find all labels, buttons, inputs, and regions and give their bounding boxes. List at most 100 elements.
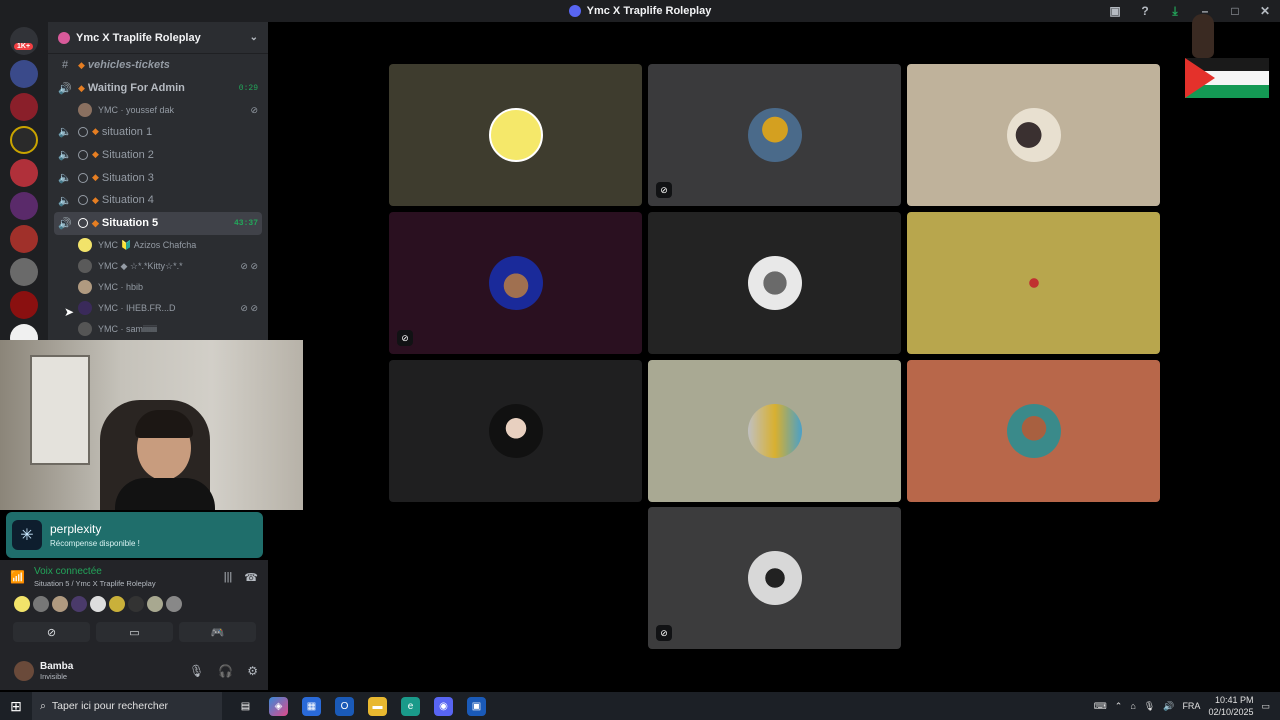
volume-icon[interactable]: 🔊	[1163, 701, 1174, 712]
avatar	[747, 256, 802, 310]
server-icon[interactable]	[10, 258, 38, 286]
video-tile[interactable]	[389, 64, 642, 206]
server-icon[interactable]	[10, 324, 38, 340]
discord-taskbar-icon[interactable]: ◉	[434, 696, 453, 716]
close-button[interactable]: ✕	[1250, 4, 1280, 18]
voice-user[interactable]: YMC · IHEB.FR...D ⊘ ⊘	[48, 298, 268, 319]
language-indicator[interactable]: FRA	[1182, 701, 1200, 711]
clock[interactable]: 10:41 PM 02/10/2025	[1208, 694, 1253, 718]
channel-situation-5[interactable]: 🔊 ◆ Situation 5 43:37	[54, 211, 262, 235]
notification-icon[interactable]: ▭	[1261, 701, 1270, 712]
home-button[interactable]: 1K+	[10, 27, 38, 55]
no-entry-icon	[78, 195, 88, 206]
voice-status[interactable]: Voix connectée	[34, 566, 156, 577]
server-header[interactable]: Ymc X Traplife Roleplay ⌄	[48, 22, 268, 54]
chevron-up-icon[interactable]: ⌃	[1115, 701, 1123, 712]
video-tile[interactable]: ⊘	[648, 507, 901, 649]
channel-situation-4[interactable]: 🔈 ◆ Situation 4	[48, 189, 268, 212]
video-tile[interactable]	[648, 212, 901, 354]
avatar[interactable]	[33, 596, 49, 612]
speaker-icon: 🔊	[58, 82, 72, 95]
task-view-icon[interactable]: ▤	[236, 697, 255, 716]
channel-situation-3[interactable]: 🔈 ◆ Situation 3	[48, 166, 268, 189]
screen-share-button[interactable]: ▭	[96, 622, 173, 642]
video-tile[interactable]	[907, 360, 1160, 502]
palestine-flag-icon	[1185, 58, 1269, 98]
network-icon[interactable]: ⌂	[1130, 701, 1135, 711]
avatar[interactable]	[128, 596, 144, 612]
store-icon[interactable]: ▦	[302, 696, 321, 716]
copilot-icon[interactable]: ◈	[269, 696, 288, 716]
discord-icon	[568, 5, 581, 17]
avatar[interactable]	[14, 661, 34, 681]
help-icon[interactable]: ?	[1130, 4, 1160, 18]
avatar	[747, 108, 802, 162]
avatar[interactable]	[90, 596, 106, 612]
perplexity-logo: ✳	[12, 520, 42, 550]
server-icon[interactable]	[10, 126, 38, 154]
video-tile[interactable]: ⊘	[648, 64, 901, 206]
disconnect-icon[interactable]: ☎	[244, 571, 258, 584]
microphone-icon[interactable]: 🎙	[189, 664, 204, 678]
server-icon[interactable]	[10, 192, 38, 220]
camera-off-icon: ⊘	[656, 182, 672, 198]
voice-channel-link[interactable]: Situation 5 / Ymc X Traplife Roleplay	[34, 579, 156, 588]
windows-start-icon[interactable]: ⊞	[0, 698, 32, 715]
avatar[interactable]	[14, 596, 30, 612]
keyboard-icon[interactable]: ⌨	[1094, 701, 1107, 712]
video-tile[interactable]	[389, 360, 642, 502]
avatar[interactable]	[166, 596, 182, 612]
voice-user[interactable]: YMC · samiiiiiii	[48, 319, 268, 340]
avatar	[78, 259, 92, 274]
voice-user[interactable]: YMC · hbib	[48, 277, 268, 298]
noise-suppression-icon[interactable]: |||	[224, 571, 233, 584]
camera-off-icon: ⊘	[397, 330, 413, 346]
voice-user[interactable]: YMC ◆ ☆*.*Kitty☆*.* ⊘ ⊘	[48, 256, 268, 277]
channel-situation-2[interactable]: 🔈 ◆ Situation 2	[48, 143, 268, 166]
server-icon[interactable]	[10, 291, 38, 319]
avatar[interactable]	[52, 596, 68, 612]
muted-icons: ⊘ ⊘	[240, 302, 258, 313]
video-tile[interactable]: ⊘	[389, 212, 642, 354]
file-explorer-icon[interactable]: ▬	[368, 696, 387, 716]
channel-vehicles-tickets[interactable]: # ◆ vehicles-tickets	[48, 54, 268, 77]
maximize-button[interactable]: □	[1220, 4, 1250, 18]
avatar[interactable]	[109, 596, 125, 612]
inbox-icon[interactable]: ▣	[1100, 4, 1130, 18]
chevron-down-icon[interactable]: ⌄	[250, 32, 258, 43]
perplexity-promo[interactable]: ✳ perplexity Récompense disponible !	[6, 512, 263, 558]
edge-icon[interactable]: e	[401, 696, 420, 716]
channel-situation-1[interactable]: 🔈 ◆ situation 1	[48, 121, 268, 144]
voice-user[interactable]: YMC · youssef dak ⊘	[48, 100, 268, 121]
avatar	[488, 256, 543, 310]
diamond-icon: ◆	[92, 217, 99, 228]
avatar[interactable]	[147, 596, 163, 612]
server-name: Ymc X Traplife Roleplay	[76, 31, 201, 44]
channel-timer: 43:37	[233, 218, 258, 228]
voice-user[interactable]: YMC 🔰 Azizos Chafcha	[48, 235, 268, 256]
microphone-tray-icon[interactable]: 🎙	[1144, 701, 1155, 712]
signal-icon[interactable]: 📶	[10, 570, 25, 584]
video-tile[interactable]	[907, 212, 1160, 354]
raised-fist-icon	[1192, 14, 1214, 58]
server-icon[interactable]	[10, 93, 38, 121]
activity-button[interactable]: 🎮	[179, 622, 256, 642]
gear-icon[interactable]: ⚙	[247, 664, 258, 678]
avatar[interactable]	[71, 596, 87, 612]
server-icon[interactable]	[10, 60, 38, 88]
server-icon[interactable]	[10, 225, 38, 253]
camera-off-button[interactable]: ⊘	[13, 622, 90, 642]
channel-waiting-for-admin[interactable]: 🔊 ◆ Waiting For Admin 0:29	[48, 77, 268, 100]
deafened-icon: ⊘	[250, 104, 258, 115]
avatar	[78, 103, 92, 118]
video-tile[interactable]	[648, 360, 901, 502]
taskbar-search[interactable]: ⌕ Taper ici pour rechercher	[32, 692, 222, 720]
download-icon[interactable]: ⤓	[1160, 4, 1190, 19]
no-entry-icon	[78, 126, 88, 137]
outlook-icon[interactable]: O	[335, 696, 354, 716]
server-icon[interactable]	[10, 159, 38, 187]
diamond-icon: ◆	[92, 126, 99, 137]
app-icon[interactable]: ▣	[467, 696, 486, 716]
video-tile[interactable]	[907, 64, 1160, 206]
headphones-icon[interactable]: 🎧	[218, 664, 233, 678]
